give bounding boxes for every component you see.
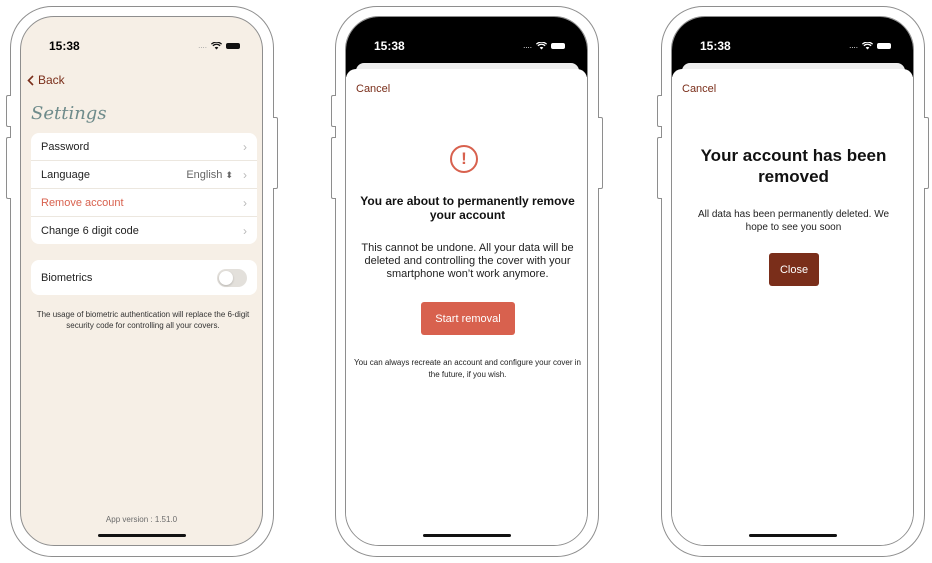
page-title: Settings xyxy=(31,103,107,124)
chevron-right-icon: › xyxy=(243,139,247,154)
cancel-button[interactable]: Cancel xyxy=(356,83,390,95)
removed-body: All data has been permanently deleted. W… xyxy=(697,209,890,233)
chevron-right-icon: › xyxy=(243,223,247,238)
biometrics-toggle[interactable] xyxy=(217,268,247,287)
side-button xyxy=(657,137,662,199)
battery-icon xyxy=(226,42,240,49)
app-version: App version : 1.51.0 xyxy=(105,515,178,524)
biometrics-label: Biometrics xyxy=(41,271,93,284)
side-button xyxy=(273,117,278,189)
wifi-icon xyxy=(211,41,222,49)
close-button[interactable]: Close xyxy=(769,253,819,286)
settings-item-remove-account[interactable]: Remove account › xyxy=(31,189,257,217)
biometrics-row: Biometrics xyxy=(31,260,257,295)
start-removal-button[interactable]: Start removal xyxy=(421,302,515,335)
signal-dots-icon: .... xyxy=(523,41,532,50)
modal-sheet: Cancel ! You are about to permanently re… xyxy=(346,69,587,545)
confirm-footnote: You can always recreate an account and c… xyxy=(354,358,581,379)
side-button xyxy=(924,117,929,189)
cancel-button[interactable]: Cancel xyxy=(682,83,716,95)
removed-heading: Your account has been removed xyxy=(700,146,887,186)
settings-item-password[interactable]: Password › xyxy=(31,133,257,161)
biometrics-note: The usage of biometric authentication wi… xyxy=(36,310,250,330)
back-label: Back xyxy=(38,73,65,87)
status-time: 15:38 xyxy=(49,39,80,53)
settings-item-label: Password xyxy=(41,140,90,153)
phone-account-removed: 15:38 .... Cancel Your account has been … xyxy=(657,6,929,557)
chevron-right-icon: › xyxy=(243,167,247,182)
phone-confirm-removal: 15:38 .... Cancel ! You are about to per… xyxy=(331,6,603,557)
settings-list: Password › Language English ⬍ › Remove a… xyxy=(31,133,257,244)
wifi-icon xyxy=(536,41,547,49)
language-value: English ⬍ xyxy=(186,168,233,181)
chevron-left-icon xyxy=(27,74,34,86)
home-indicator[interactable] xyxy=(748,534,837,537)
side-button xyxy=(598,117,603,189)
battery-icon xyxy=(551,42,565,49)
signal-dots-icon: .... xyxy=(849,41,858,50)
status-time: 15:38 xyxy=(374,39,405,53)
settings-item-change-code[interactable]: Change 6 digit code › xyxy=(31,217,257,244)
modal-sheet: Cancel Your account has been removed All… xyxy=(672,69,913,545)
status-time: 15:38 xyxy=(700,39,731,53)
side-button xyxy=(6,137,11,199)
side-button xyxy=(331,95,336,127)
confirm-heading: You are about to permanently remove your… xyxy=(360,194,575,222)
biometrics-group: Biometrics xyxy=(31,260,257,295)
wifi-icon xyxy=(862,41,873,49)
settings-screen: 15:38 .... Back Settings Password › Lang… xyxy=(20,16,263,546)
side-button xyxy=(657,95,662,127)
side-button xyxy=(6,95,11,127)
home-indicator[interactable] xyxy=(97,534,186,537)
settings-item-label: Change 6 digit code xyxy=(41,224,139,237)
status-icons: .... xyxy=(523,41,565,50)
chevron-right-icon: › xyxy=(243,195,247,210)
back-button[interactable]: Back xyxy=(27,73,65,87)
phone-settings: 15:38 .... Back Settings Password › Lang… xyxy=(6,6,278,557)
side-button xyxy=(331,137,336,199)
confirm-body: This cannot be undone. All your data wil… xyxy=(361,242,574,280)
settings-item-label: Language xyxy=(41,168,90,181)
confirm-removal-screen: 15:38 .... Cancel ! You are about to per… xyxy=(345,16,588,546)
status-icons: .... xyxy=(198,41,240,50)
alert-circle-icon: ! xyxy=(450,145,478,173)
updown-chevron-icon: ⬍ xyxy=(225,169,233,180)
battery-icon xyxy=(877,42,891,49)
settings-item-language[interactable]: Language English ⬍ › xyxy=(31,161,257,189)
status-bar: 15:38 .... xyxy=(21,17,262,65)
signal-dots-icon: .... xyxy=(198,41,207,50)
settings-item-label: Remove account xyxy=(41,196,124,209)
account-removed-screen: 15:38 .... Cancel Your account has been … xyxy=(671,16,914,546)
toggle-knob xyxy=(219,270,233,285)
status-icons: .... xyxy=(849,41,891,50)
home-indicator[interactable] xyxy=(422,534,511,537)
